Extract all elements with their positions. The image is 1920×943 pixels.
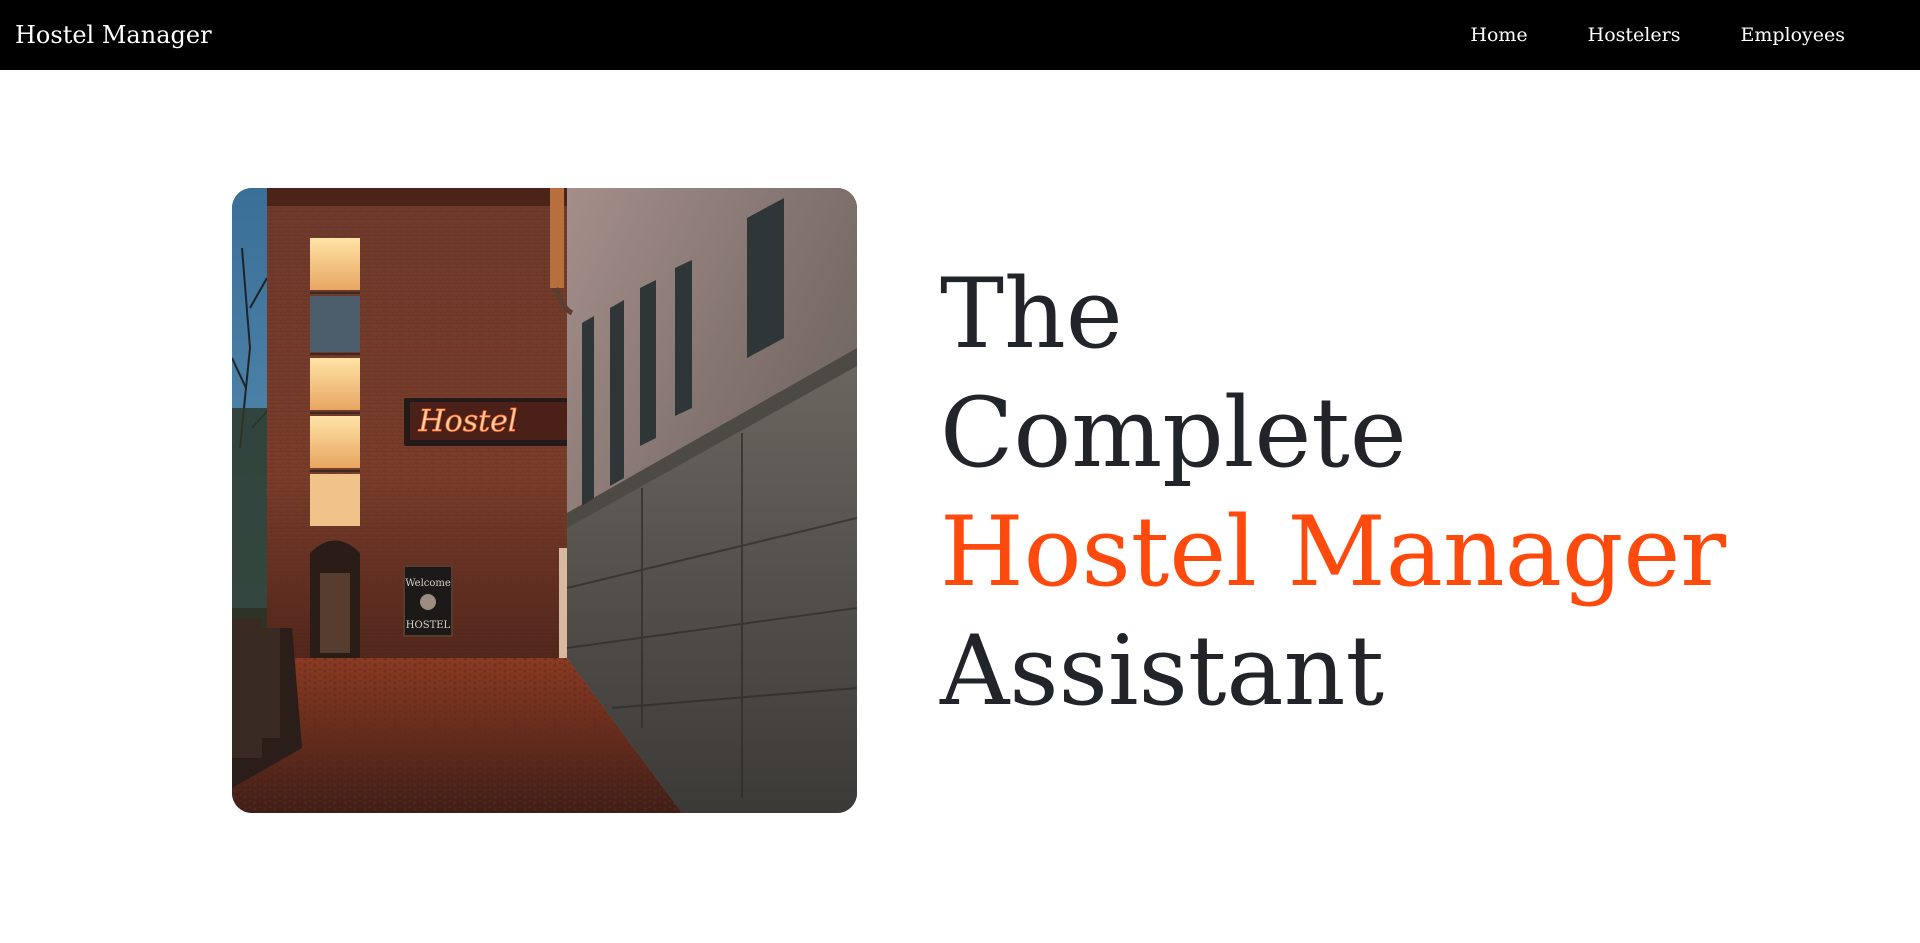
hero-hostel-photo: Hostel Welcome HOSTEL xyxy=(232,188,857,813)
svg-text:Welcome: Welcome xyxy=(405,578,451,589)
headline-line-the: The xyxy=(940,258,1123,370)
top-navbar: Hostel Manager Home Hostelers Employees xyxy=(0,0,1920,70)
svg-text:HOSTEL: HOSTEL xyxy=(406,620,451,631)
nav-link-home[interactable]: Home xyxy=(1470,24,1527,46)
headline-line-complete: Complete xyxy=(940,377,1407,489)
nav-links: Home Hostelers Employees xyxy=(1470,0,1920,70)
headline-line-hostel-manager: Hostel Manager xyxy=(940,496,1727,608)
nav-link-employees[interactable]: Employees xyxy=(1740,24,1845,46)
svg-text:Hostel: Hostel xyxy=(417,404,517,439)
hero-headline: The Complete Hostel Manager Assistant xyxy=(940,255,1726,731)
brand-link[interactable]: Hostel Manager xyxy=(15,0,212,70)
headline-line-assistant: Assistant xyxy=(940,615,1385,727)
nav-link-hostelers[interactable]: Hostelers xyxy=(1588,24,1681,46)
hostel-street-illustration: Hostel Welcome HOSTEL xyxy=(232,188,857,813)
